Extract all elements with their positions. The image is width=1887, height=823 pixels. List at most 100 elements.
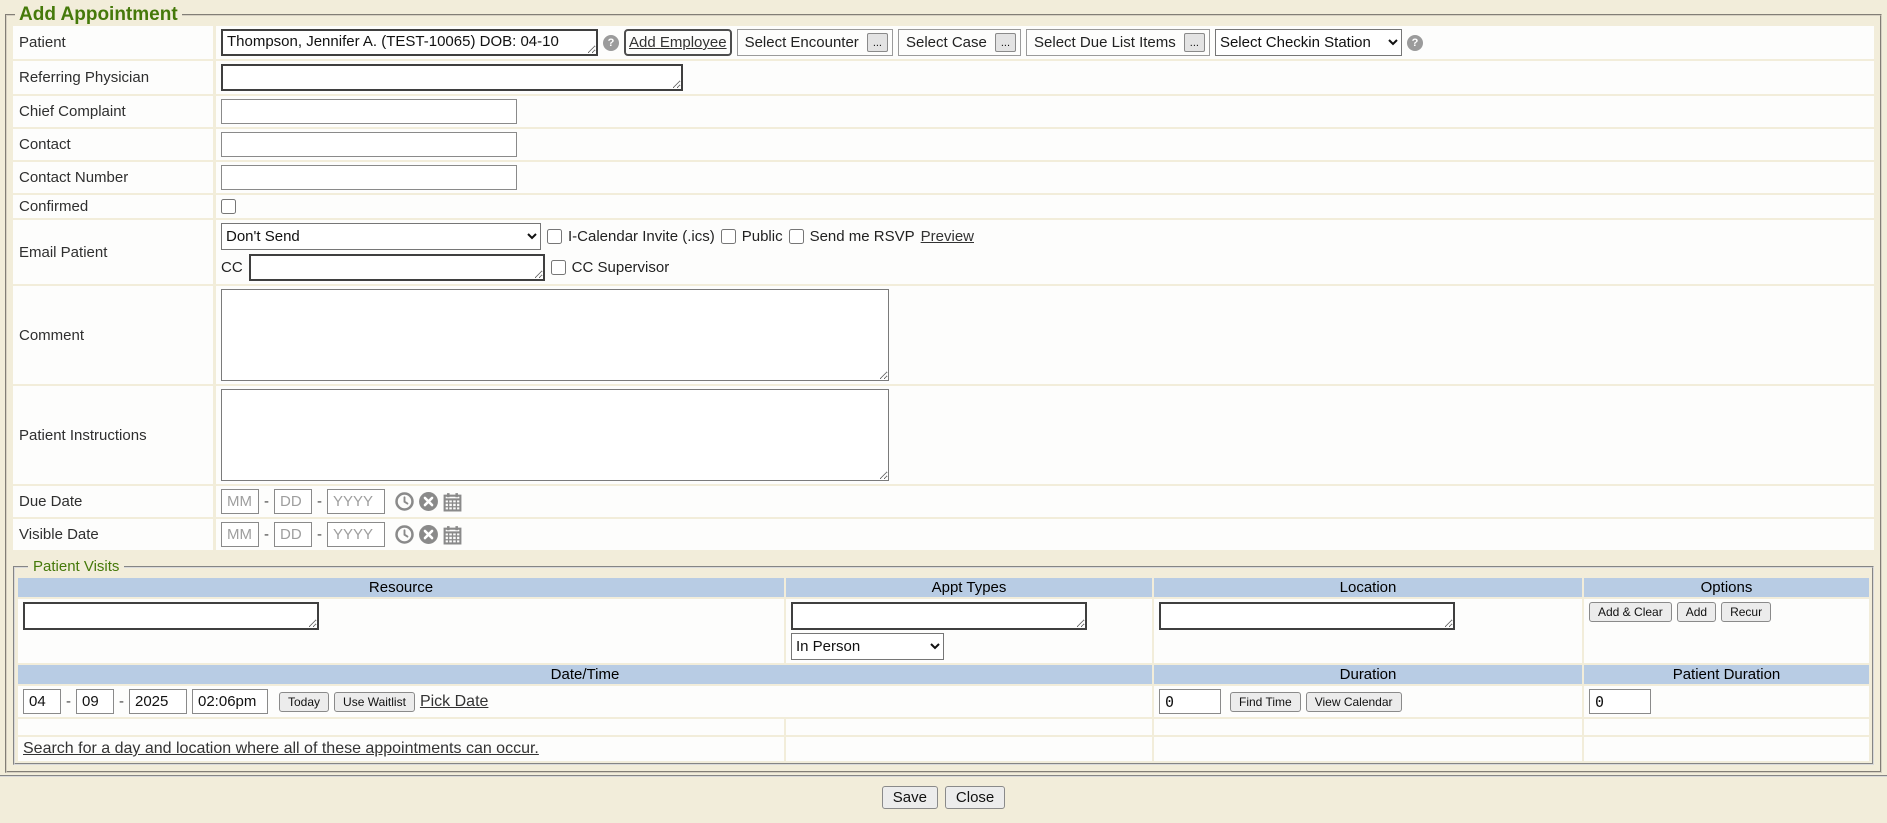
referring-physician-input[interactable] (221, 64, 683, 91)
due-date-year-input[interactable] (327, 489, 385, 514)
clear-icon[interactable] (418, 524, 439, 545)
add-employee-link[interactable]: Add Employee (629, 34, 727, 51)
patient-visits-section: Patient Visits Resource Appt Types Locat… (13, 558, 1874, 765)
appt-types-header: Appt Types (786, 578, 1152, 597)
help-icon[interactable]: ? (603, 35, 619, 51)
select-case-label: Select Case (906, 34, 987, 51)
find-time-button[interactable]: Find Time (1230, 692, 1301, 712)
preview-link[interactable]: Preview (921, 228, 974, 245)
visible-date-year-input[interactable] (327, 522, 385, 547)
resource-cell (18, 599, 784, 663)
due-date-row: Due Date -- (13, 486, 1874, 517)
location-input[interactable] (1159, 602, 1455, 630)
appt-types-cell: In Person (786, 599, 1152, 663)
close-button[interactable]: Close (945, 786, 1005, 809)
datetime-cell: -- Today Use Waitlist Pick Date (18, 686, 1152, 717)
send-me-rsvp-label: Send me RSVP (810, 228, 915, 245)
confirmed-row: Confirmed (13, 195, 1874, 218)
calendar-icon[interactable] (442, 491, 463, 512)
visible-date-row: Visible Date - - (13, 519, 1874, 550)
empty-cell (1584, 737, 1869, 761)
due-date-label: Due Date (13, 486, 213, 517)
divider (0, 775, 1887, 777)
resource-input[interactable] (23, 602, 319, 630)
cc-supervisor-label: CC Supervisor (572, 259, 670, 276)
visible-date-day-input[interactable] (274, 522, 312, 547)
cc-input[interactable] (249, 254, 545, 281)
icalendar-invite-label: I-Calendar Invite (.ics) (568, 228, 715, 245)
add-appointment-section: Add Appointment Patient Thompson, Jennif… (5, 4, 1882, 773)
date-separator: - (317, 493, 322, 510)
add-and-clear-button[interactable]: Add & Clear (1589, 602, 1672, 622)
select-encounter-button[interactable]: Select Encounter ... (737, 29, 893, 56)
contact-number-row: Contact Number (13, 162, 1874, 193)
contact-label: Contact (13, 129, 213, 160)
patient-duration-header: Patient Duration (1584, 665, 1869, 684)
referring-physician-row: Referring Physician (13, 61, 1874, 94)
comment-label: Comment (13, 286, 213, 384)
clear-icon[interactable] (418, 491, 439, 512)
visit-month-input[interactable] (23, 689, 61, 714)
options-cell: Add & Clear Add Recur (1584, 599, 1869, 663)
appt-types-input[interactable] (791, 602, 1087, 630)
recur-button[interactable]: Recur (1721, 602, 1771, 622)
select-case-button[interactable]: Select Case ... (898, 29, 1021, 56)
date-separator: - (66, 693, 71, 710)
today-button[interactable]: Today (279, 692, 329, 712)
confirmed-checkbox[interactable] (221, 199, 236, 214)
patient-instructions-label: Patient Instructions (13, 386, 213, 484)
visit-mode-select[interactable]: In Person (791, 633, 944, 660)
visit-time-input[interactable] (192, 689, 268, 714)
spacer-cell (786, 719, 1152, 735)
date-separator: - (264, 526, 269, 543)
calendar-icon[interactable] (442, 524, 463, 545)
public-checkbox[interactable] (721, 229, 736, 244)
icalendar-invite-checkbox[interactable] (547, 229, 562, 244)
comment-row: Comment (13, 286, 1874, 384)
duration-input[interactable] (1159, 689, 1221, 714)
comment-textarea[interactable] (221, 289, 889, 381)
save-button[interactable]: Save (882, 786, 938, 809)
spacer-cell (1154, 719, 1582, 735)
search-link-cell: Search for a day and location where all … (18, 737, 784, 761)
clock-icon[interactable] (394, 491, 415, 512)
patient-duration-input[interactable] (1589, 689, 1651, 714)
add-button[interactable]: Add (1677, 602, 1716, 622)
search-day-location-link[interactable]: Search for a day and location where all … (23, 740, 539, 758)
chief-complaint-input[interactable] (221, 99, 517, 124)
help-icon[interactable]: ? (1407, 35, 1423, 51)
location-cell (1154, 599, 1582, 663)
checkin-station-select[interactable]: Select Checkin Station (1215, 29, 1402, 56)
public-label: Public (742, 228, 783, 245)
chief-complaint-label: Chief Complaint (13, 96, 213, 127)
clock-icon[interactable] (394, 524, 415, 545)
send-me-rsvp-checkbox[interactable] (789, 229, 804, 244)
due-date-month-input[interactable] (221, 489, 259, 514)
pick-date-link[interactable]: Pick Date (420, 693, 488, 711)
select-due-list-button[interactable]: Select Due List Items ... (1026, 29, 1210, 56)
cc-supervisor-checkbox[interactable] (551, 260, 566, 275)
select-encounter-label: Select Encounter (745, 34, 859, 51)
visit-year-input[interactable] (129, 689, 187, 714)
due-date-day-input[interactable] (274, 489, 312, 514)
contact-input[interactable] (221, 132, 517, 157)
contact-row: Contact (13, 129, 1874, 160)
visit-day-input[interactable] (76, 689, 114, 714)
patient-instructions-textarea[interactable] (221, 389, 889, 481)
referring-physician-label: Referring Physician (13, 61, 213, 94)
email-send-select[interactable]: Don't Send (221, 223, 541, 250)
patient-input[interactable]: Thompson, Jennifer A. (TEST-10065) DOB: … (221, 29, 598, 56)
visible-date-label: Visible Date (13, 519, 213, 550)
select-case-ellipsis-button[interactable]: ... (995, 33, 1016, 52)
contact-number-input[interactable] (221, 165, 517, 190)
use-waitlist-button[interactable]: Use Waitlist (334, 692, 415, 712)
location-header: Location (1154, 578, 1582, 597)
date-separator: - (317, 526, 322, 543)
cc-label: CC (221, 259, 243, 276)
add-employee-linkbox[interactable]: Add Employee (624, 29, 732, 56)
select-encounter-ellipsis-button[interactable]: ... (867, 33, 888, 52)
visible-date-month-input[interactable] (221, 522, 259, 547)
select-due-list-ellipsis-button[interactable]: ... (1184, 33, 1205, 52)
view-calendar-button[interactable]: View Calendar (1306, 692, 1402, 712)
email-patient-label: Email Patient (13, 220, 213, 284)
